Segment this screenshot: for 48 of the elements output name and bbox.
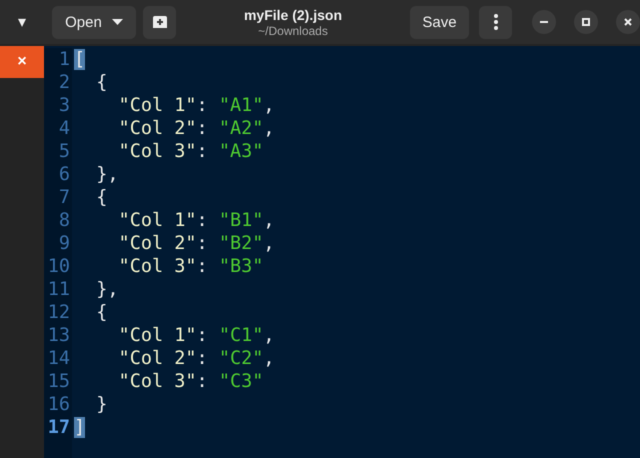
code-line: "Col 1": "B1", [118,209,276,232]
line-number: 6 [58,163,71,186]
maximize-icon [582,18,590,26]
line-number: 11 [48,278,71,301]
menu-button[interactable] [479,6,512,38]
code-line: "Col 3": "C3" [118,370,264,393]
code-line: }, [95,163,120,186]
line-number: 17 [48,416,71,439]
code-line: { [95,301,108,324]
save-button[interactable]: Save [410,6,469,38]
code-line: "Col 2": "A2", [118,117,276,140]
line-number: 9 [58,232,71,255]
code-line: } [95,393,108,416]
open-button[interactable]: Open [52,6,136,38]
code-line: "Col 1": "C1", [118,324,276,347]
tab-close-button[interactable]: × [0,46,44,78]
line-number: 16 [48,393,71,416]
line-number: 7 [58,186,71,209]
code-line: "Col 3": "B3" [118,255,264,278]
code-line: "Col 2": "B2", [118,232,276,255]
code-line: { [95,71,108,94]
code-line: }, [95,278,120,301]
code-line: "Col 3": "A3" [118,140,264,163]
line-number: 13 [48,324,71,347]
code-line: { [95,186,108,209]
line-number: 1 [58,48,71,71]
minimize-button[interactable] [532,10,556,34]
new-tab-button[interactable] [143,6,176,38]
close-icon [624,18,632,26]
caret-icon [112,19,123,25]
window-title: myFile (2).json [244,6,342,22]
line-number: 8 [58,209,71,232]
line-number: 2 [58,71,71,94]
new-tab-icon [152,16,166,28]
close-button[interactable] [616,10,640,34]
maximize-button[interactable] [574,10,598,34]
code-line: "Col 2": "C2", [118,347,276,370]
menu-icon [494,14,498,30]
minimize-icon [540,21,548,23]
line-number: 4 [58,117,71,140]
code-line: "Col 1": "A1", [118,94,276,117]
line-number: 10 [48,255,71,278]
line-number: 12 [48,301,71,324]
window-subtitle: ~/Downloads [258,24,328,38]
line-number: 5 [58,140,71,163]
line-number: 3 [58,94,71,117]
line-number: 15 [48,370,71,393]
line-number: 14 [48,347,71,370]
